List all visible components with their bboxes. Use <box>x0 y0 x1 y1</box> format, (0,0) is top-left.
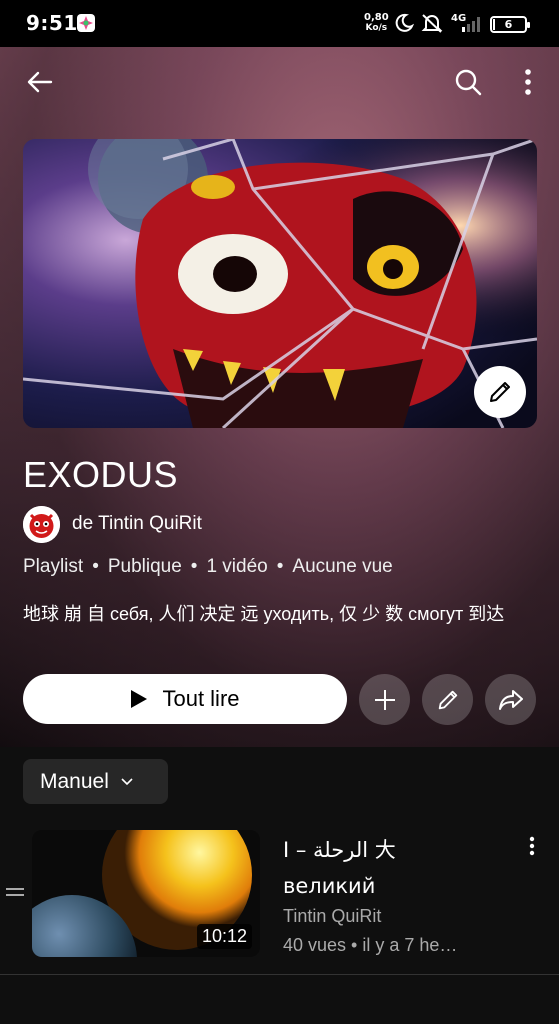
meta-separator: • <box>276 556 284 577</box>
back-button[interactable] <box>24 66 56 98</box>
playlist-title: EXODUS <box>23 454 179 495</box>
app-notification-icon <box>77 14 95 32</box>
status-bar: 9:51 0,80 Ko/s 4G 6 <box>0 0 559 47</box>
video-channel: Tintin QuiRit <box>283 906 382 926</box>
network-speed-value: 0,80 <box>364 12 389 23</box>
play-all-button[interactable]: Tout lire <box>23 674 347 724</box>
status-time: 9:51 <box>26 11 78 35</box>
drag-handle-icon[interactable] <box>6 888 24 900</box>
pencil-icon <box>438 690 457 709</box>
video-thumbnail[interactable]: 10:12 <box>32 830 260 957</box>
silent-mode-icon <box>421 13 443 37</box>
video-stats: 40 vues • il y a 7 he… <box>283 935 458 955</box>
owner-avatar[interactable] <box>23 505 60 543</box>
playlist-visibility: Publique <box>107 556 182 577</box>
network-speed-unit: Ko/s <box>365 23 388 33</box>
video-title-line1: I – الرحلة 大 <box>283 838 396 862</box>
video-title-line2: великий <box>283 874 376 898</box>
arrow-left-icon <box>27 71 53 93</box>
share-button[interactable] <box>485 674 536 725</box>
playlist-owner[interactable]: de Tintin QuiRit <box>23 505 202 543</box>
sort-selected-value: Manuel <box>40 769 109 793</box>
video-more-options-button[interactable] <box>520 832 544 860</box>
search-icon <box>455 69 482 96</box>
sort-dropdown[interactable]: Manuel <box>23 759 168 804</box>
owner-name[interactable]: de Tintin QuiRit <box>72 513 202 535</box>
plus-icon <box>374 689 395 710</box>
playlist-video-count: 1 vidéo <box>206 556 268 577</box>
share-icon <box>498 689 523 710</box>
meta-separator: • <box>92 556 99 577</box>
search-button[interactable] <box>452 66 484 98</box>
more-vert-icon <box>529 836 535 856</box>
meta-separator: • <box>190 556 198 577</box>
battery-indicator: 6 <box>490 16 530 33</box>
playlist-cover-image <box>23 139 537 428</box>
edit-playlist-button[interactable] <box>422 674 473 725</box>
play-all-label: Tout lire <box>162 686 240 711</box>
more-vert-icon <box>525 69 531 95</box>
playlist-view-count: Aucune vue <box>292 556 393 577</box>
signal-icon <box>462 16 484 36</box>
moon-icon <box>394 13 415 37</box>
pencil-icon <box>490 382 510 402</box>
edit-cover-button[interactable] <box>474 366 526 418</box>
playlist-description[interactable]: 地球 崩 自 себя, 人们 决定 远 уходить, 仅 少 数 смог… <box>23 600 523 628</box>
video-title[interactable]: I – الرحلة 大 великий <box>283 832 513 904</box>
battery-level: 6 <box>504 18 513 31</box>
divider <box>0 974 559 975</box>
more-options-button[interactable] <box>512 66 544 98</box>
network-speed: 0,80 Ko/s <box>364 12 389 34</box>
playlist-meta: Playlist • Publique • 1 vidéo • Aucune vue <box>23 556 393 578</box>
chevron-down-icon <box>121 777 133 785</box>
add-to-playlist-button[interactable] <box>359 674 410 725</box>
play-icon <box>131 690 148 708</box>
playlist-type: Playlist <box>23 556 84 577</box>
video-duration: 10:12 <box>196 924 252 949</box>
